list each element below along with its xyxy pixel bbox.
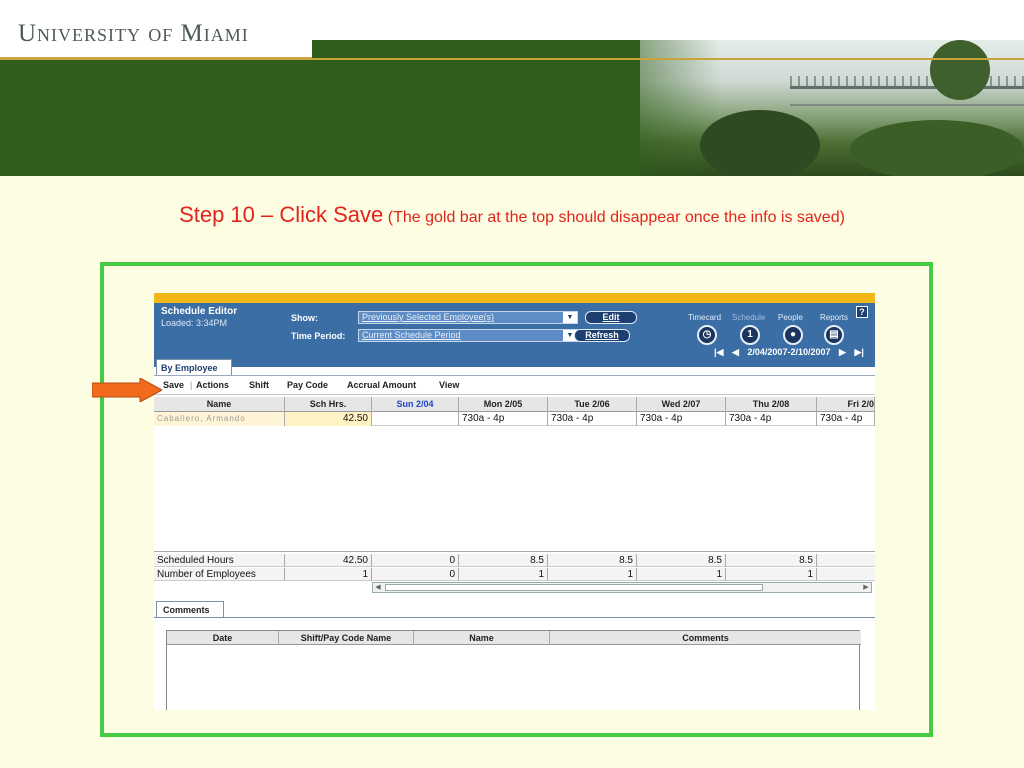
- nav-reports-label[interactable]: Reports: [820, 313, 848, 322]
- schedule-editor-window: Schedule Editor Loaded: 3:34PM Show: Tim…: [154, 293, 875, 710]
- column-comments[interactable]: Comments: [550, 631, 861, 645]
- sun-shift-cell[interactable]: [372, 412, 459, 426]
- step-note: (The gold bar at the top should disappea…: [387, 209, 845, 226]
- schedule-column-header: Name Sch Hrs. Sun 2/04 Mon 2/05 Tue 2/06…: [154, 397, 875, 412]
- action-menubar: Save | Actions Shift Pay Code Accrual Am…: [154, 375, 875, 395]
- report-icon[interactable]: ▤: [824, 325, 844, 345]
- nav-schedule-label[interactable]: Schedule: [732, 313, 765, 322]
- employee-name[interactable]: Caballero, Armando: [154, 412, 285, 426]
- step-title: Step 10 – Click Save: [179, 202, 384, 227]
- clock-icon[interactable]: ◷: [697, 325, 717, 345]
- loaded-time: Loaded: 3:34PM: [161, 318, 228, 328]
- column-wed[interactable]: Wed 2/07: [637, 397, 726, 412]
- column-name[interactable]: Name: [154, 397, 285, 412]
- totals-label: Number of Employees: [154, 568, 285, 581]
- shift-menu[interactable]: Shift: [249, 380, 269, 390]
- save-menu-button[interactable]: Save: [163, 380, 184, 390]
- scroll-right-icon[interactable]: ▶: [861, 583, 871, 592]
- column-sun[interactable]: Sun 2/04: [372, 397, 459, 412]
- wed-shift-cell[interactable]: 730a - 4p: [637, 412, 726, 426]
- totals-row: Scheduled Hours 42.50 0 8.5 8.5 8.5 8.5: [154, 554, 875, 567]
- pointer-arrow-icon: [92, 378, 162, 402]
- refresh-button[interactable]: Refresh: [574, 329, 630, 342]
- scroll-left-icon[interactable]: ◀: [373, 583, 383, 592]
- show-select[interactable]: Previously Selected Employee(s) ▼: [358, 311, 578, 324]
- university-logo-text: University of Miami: [18, 20, 249, 47]
- last-period-icon[interactable]: ▶|: [854, 347, 863, 357]
- bridge-graphic: [790, 86, 1024, 106]
- column-mon[interactable]: Mon 2/05: [459, 397, 548, 412]
- column-thu[interactable]: Thu 2/08: [726, 397, 817, 412]
- step-heading: Step 10 – Click Save (The gold bar at th…: [100, 202, 924, 231]
- nav-people-label[interactable]: People: [778, 313, 803, 322]
- thu-shift-cell[interactable]: 730a - 4p: [726, 412, 817, 426]
- column-tue[interactable]: Tue 2/06: [548, 397, 637, 412]
- scheduled-hours-cell[interactable]: 42.50: [285, 412, 372, 426]
- comments-panel: Date Shift/Pay Code Name Name Comments: [154, 617, 875, 710]
- tab-by-employee[interactable]: By Employee: [156, 359, 232, 375]
- column-shift-pay-code[interactable]: Shift/Pay Code Name: [279, 631, 414, 645]
- editor-title: Schedule Editor: [161, 306, 238, 317]
- totals-row: Number of Employees 1 0 1 1 1 1: [154, 568, 875, 581]
- column-comment-name[interactable]: Name: [414, 631, 550, 645]
- help-icon[interactable]: ?: [856, 306, 868, 318]
- comments-column-header: Date Shift/Pay Code Name Name Comments: [167, 631, 861, 645]
- unsaved-gold-bar: [154, 293, 875, 303]
- horizontal-scrollbar[interactable]: ◀ ▶: [372, 582, 872, 593]
- column-sch-hrs[interactable]: Sch Hrs.: [285, 397, 372, 412]
- schedule-grid-body[interactable]: [154, 426, 875, 552]
- tab-comments[interactable]: Comments: [156, 601, 224, 618]
- nav-timecard-label[interactable]: Timecard: [688, 313, 721, 322]
- schedule-editor-toolbar: Schedule Editor Loaded: 3:34PM Show: Tim…: [154, 303, 875, 367]
- totals-label: Scheduled Hours: [154, 554, 285, 567]
- previous-period-icon[interactable]: ◀: [732, 347, 739, 357]
- edit-button[interactable]: Edit: [585, 311, 637, 324]
- chevron-down-icon[interactable]: ▼: [563, 312, 577, 323]
- scrollbar-thumb[interactable]: [385, 584, 763, 591]
- date-navigator: |◀ ◀ 2/04/2007-2/10/2007 ▶ ▶|: [714, 347, 870, 358]
- actions-menu[interactable]: Actions: [196, 380, 229, 390]
- time-period-select[interactable]: Current Schedule Period ▼: [358, 329, 578, 342]
- column-date[interactable]: Date: [167, 631, 279, 645]
- calendar-icon[interactable]: 1: [740, 325, 760, 345]
- person-icon[interactable]: ●: [783, 325, 803, 345]
- fri-shift-cell[interactable]: 730a - 4p: [817, 412, 875, 426]
- view-menu[interactable]: View: [439, 380, 459, 390]
- column-fri[interactable]: Fri 2/0: [817, 397, 875, 412]
- pay-code-menu[interactable]: Pay Code: [287, 380, 328, 390]
- date-range: 2/04/2007-2/10/2007: [747, 347, 831, 357]
- mon-shift-cell[interactable]: 730a - 4p: [459, 412, 548, 426]
- header-banner: University of Miami: [0, 0, 1024, 176]
- show-label: Show:: [291, 313, 318, 323]
- time-period-label: Time Period:: [291, 331, 346, 341]
- accrual-amount-menu[interactable]: Accrual Amount: [347, 380, 416, 390]
- table-row[interactable]: Caballero, Armando 42.50 730a - 4p 730a …: [154, 412, 875, 426]
- first-period-icon[interactable]: |◀: [714, 347, 723, 357]
- tue-shift-cell[interactable]: 730a - 4p: [548, 412, 637, 426]
- next-period-icon[interactable]: ▶: [839, 347, 846, 357]
- comments-table: Date Shift/Pay Code Name Name Comments: [166, 630, 861, 710]
